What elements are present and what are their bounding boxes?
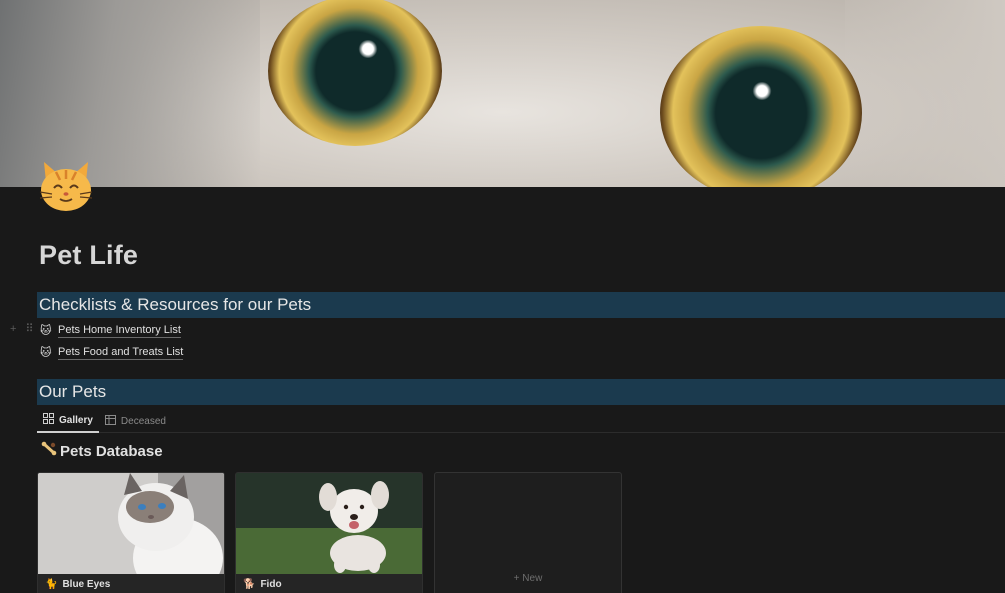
gallery-card-blue-eyes[interactable]: 🐈 Blue Eyes <box>37 472 225 593</box>
new-label: New <box>522 573 543 584</box>
plus-icon: + <box>513 573 520 584</box>
new-card-button[interactable]: + New <box>435 573 621 584</box>
gallery-new-card[interactable]: + New <box>434 472 622 593</box>
cover-fur-highlight <box>845 0 1005 187</box>
section-heading-checklists: Checklists & Resources for our Pets <box>37 292 1005 318</box>
card-name: Blue Eyes <box>62 579 111 590</box>
dog-icon: 🐕 <box>243 579 256 590</box>
database-title-label: Pets Database <box>60 442 163 460</box>
cat-face-icon: 🐱 <box>40 346 52 359</box>
tab-deceased[interactable]: Deceased <box>99 409 172 433</box>
cat-face-icon: 🐱 <box>40 324 52 337</box>
card-name: Fido <box>260 579 282 590</box>
table-icon <box>104 414 116 428</box>
cover-image[interactable] <box>0 0 1005 187</box>
tab-label: Gallery <box>59 414 93 426</box>
cat-icon: 🐈 <box>45 579 58 590</box>
gallery-grid-icon <box>43 413 54 427</box>
eye-glint <box>752 82 772 100</box>
link-label: Pets Home Inventory List <box>58 323 181 338</box>
eye-glint <box>358 40 378 58</box>
tab-gallery[interactable]: Gallery <box>37 409 99 433</box>
link-pets-food-treats[interactable]: 🐱 Pets Food and Treats List <box>40 342 184 362</box>
cat-face-icon[interactable] <box>38 158 96 214</box>
card-cover-image <box>38 473 224 574</box>
tab-label: Deceased <box>120 415 166 427</box>
card-title: 🐕 Fido <box>243 579 282 590</box>
database-title[interactable]: Pets Database <box>41 441 163 461</box>
block-drag-handle-icon[interactable]: + ⠿ <box>10 322 37 335</box>
page-title: Pet Life <box>39 240 139 270</box>
cat-eye-right <box>660 26 862 187</box>
link-pets-home-inventory[interactable]: 🐱 Pets Home Inventory List <box>40 320 181 340</box>
card-cover-image <box>236 473 422 574</box>
database-view-tabs: Gallery Deceased <box>37 409 1005 433</box>
dog-bone-icon <box>41 441 58 461</box>
cat-eye-left <box>268 0 442 146</box>
link-label: Pets Food and Treats List <box>58 345 184 360</box>
card-title: 🐈 Blue Eyes <box>45 579 110 590</box>
section-heading-our-pets: Our Pets <box>37 379 1005 405</box>
gallery-card-fido[interactable]: 🐕 Fido <box>235 472 423 593</box>
